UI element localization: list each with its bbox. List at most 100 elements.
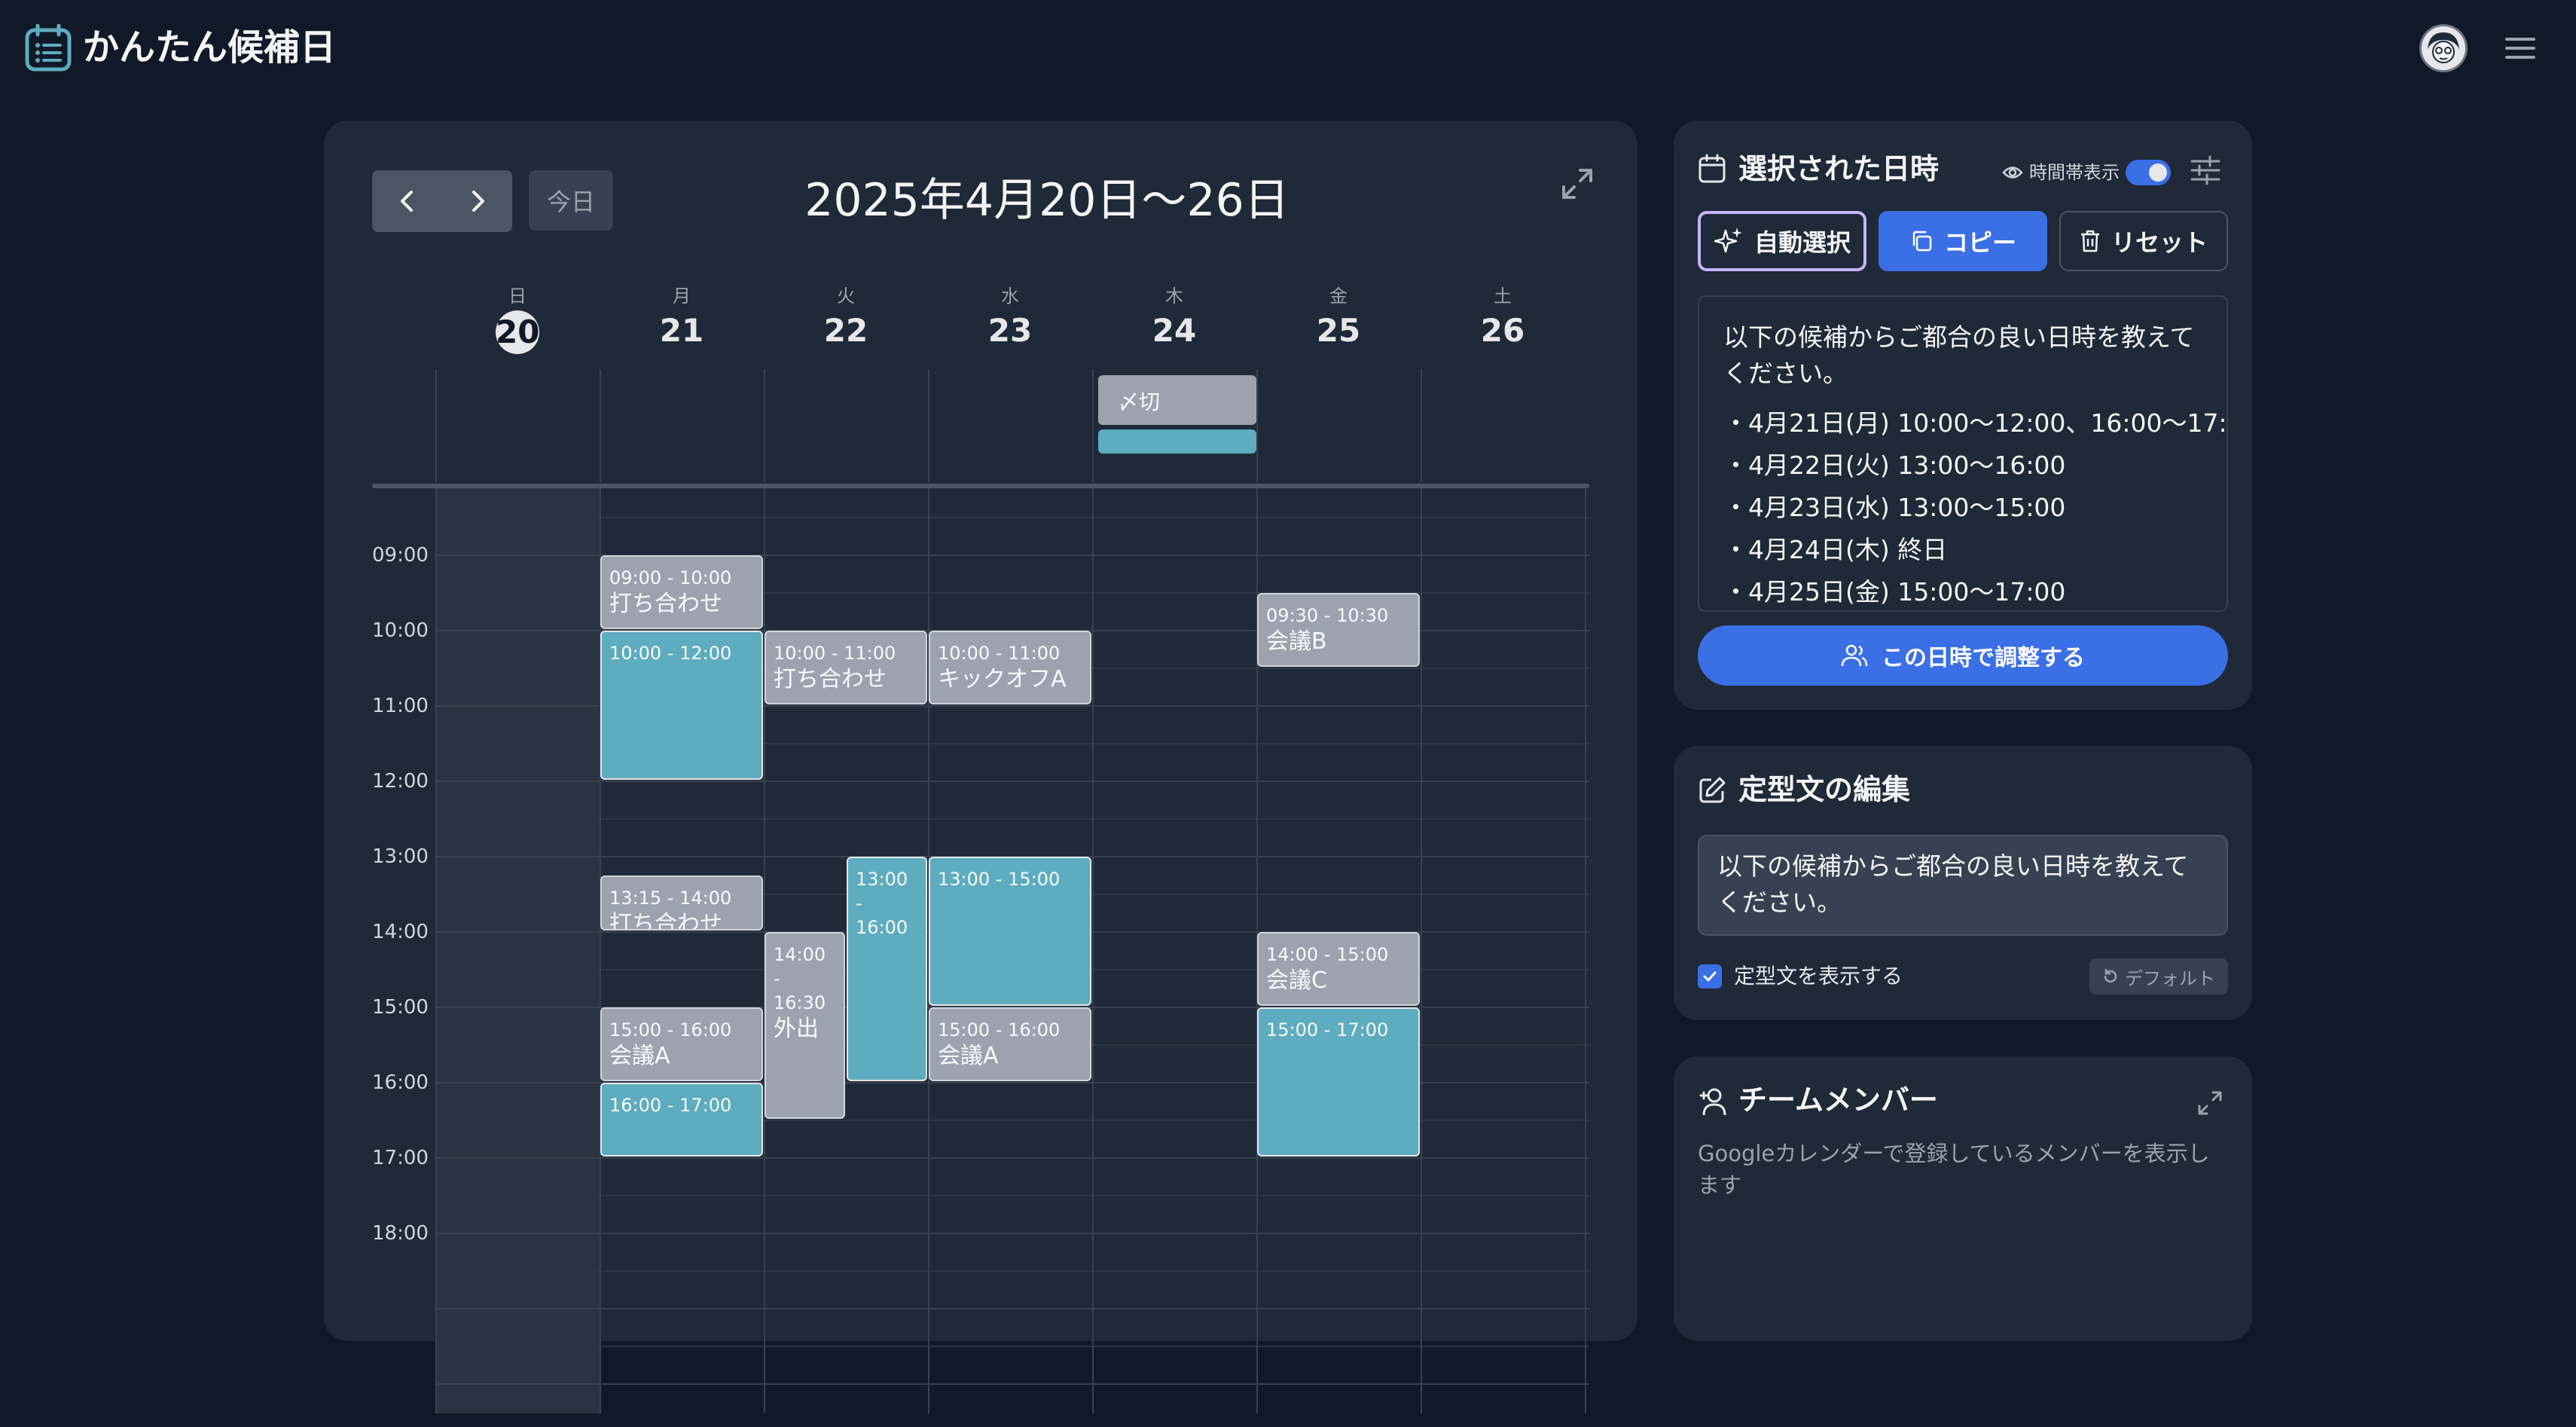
user-plus-icon	[1698, 1086, 1728, 1117]
event-title: キックオフA	[938, 666, 1067, 692]
day-name: 火	[837, 286, 855, 307]
calendar-event[interactable]: 09:30 - 10:30 会議B	[1257, 593, 1420, 667]
calendar-event[interactable]: 13:15 - 14:00 打ち合わせ	[600, 875, 763, 930]
day-header-sat[interactable]: 土 26	[1421, 285, 1585, 351]
auto-select-button[interactable]: 自動選択	[1698, 211, 1866, 271]
time-range-toggle[interactable]	[2126, 160, 2171, 185]
candidate-slot[interactable]: 13:00 - 15:00	[929, 857, 1091, 1006]
chevron-left-icon	[400, 191, 413, 212]
today-button[interactable]: 今日	[529, 170, 613, 231]
candidate-slot[interactable]: 16:00 - 17:00	[600, 1083, 763, 1157]
rotate-ccw-icon	[2104, 968, 2117, 983]
calendar-event[interactable]: 09:00 - 10:00 打ち合わせ	[600, 555, 763, 629]
candidate-slot[interactable]: 10:00 - 12:00	[600, 631, 763, 780]
event-title: 打ち合わせ	[774, 666, 887, 692]
day-name: 金	[1329, 286, 1348, 307]
event-title: 会議B	[1266, 628, 1327, 655]
divider	[600, 369, 601, 482]
time-grid[interactable]: 08:0009:0010:0011:0012:0013:0014:0015:00…	[372, 485, 1589, 1413]
day-header-thu[interactable]: 木 24	[1092, 285, 1256, 351]
sliders-icon[interactable]	[2189, 154, 2222, 187]
event-time: 13:00 - 15:00	[938, 869, 1061, 890]
adjust-button[interactable]: この日時で調整する	[1698, 625, 2228, 686]
day-header-mon[interactable]: 月 21	[600, 285, 764, 351]
day-date: 22	[823, 312, 868, 349]
grid-line	[435, 1346, 1589, 1347]
copy-label: コピー	[1943, 228, 2016, 257]
message-intro: 以下の候補からご都合の良い日時を教えてください。	[1723, 322, 2195, 388]
day-name: 土	[1494, 286, 1512, 307]
divider	[928, 369, 929, 482]
adjust-label: この日時で調整する	[1882, 645, 2085, 671]
allday-separator	[372, 484, 1589, 488]
day-header-fri[interactable]: 金 25	[1256, 285, 1421, 351]
day-date: 25	[1316, 312, 1361, 349]
candidate-line: ・4月23日(水) 13:00〜15:00	[1723, 493, 2066, 522]
template-textarea[interactable]: 以下の候補からご都合の良い日時を教えてください。	[1698, 835, 2228, 936]
allday-event-deadline[interactable]: 〆切	[1098, 375, 1256, 425]
calendar-event[interactable]: 10:00 - 11:00 キックオフA	[929, 631, 1091, 704]
event-title: 会議A	[609, 1043, 670, 1069]
calendar-event[interactable]: 14:00 - 15:00 会議C	[1257, 932, 1420, 1006]
candidate-line: ・4月22日(火) 13:00〜16:00	[1723, 451, 2066, 480]
time-label: 16:00	[372, 1071, 429, 1094]
next-week-button[interactable]	[442, 170, 512, 232]
panel-title: 定型文の編集	[1738, 773, 1911, 806]
calendar-panel: 今日 2025年4月20日〜26日 日 20 月 21 火 22 水 23 木 24 金 2…	[324, 121, 1637, 1413]
grid-line	[435, 1308, 1589, 1309]
grid-line	[435, 818, 1589, 820]
selected-dates-panel: 選択された日時 時間帯表示 自動選択 コピー リセット 以下の候補からご都合の良…	[1674, 121, 2252, 710]
reset-button[interactable]: リセット	[2059, 211, 2228, 271]
candidate-line: ・4月24日(木) 終日	[1723, 535, 1948, 564]
day-header-tue[interactable]: 火 22	[764, 285, 928, 351]
candidate-slot[interactable]: 15:00 - 17:00	[1257, 1007, 1420, 1157]
expand-icon[interactable]	[2195, 1088, 2225, 1118]
event-title: 打ち合わせ	[609, 591, 722, 617]
grid-line	[435, 1233, 1589, 1234]
calendar-event[interactable]: 10:00 - 11:00 打ち合わせ	[765, 631, 927, 704]
allday-candidate-slot[interactable]	[1098, 429, 1256, 454]
eye-icon	[2002, 167, 2023, 179]
team-members-panel: チームメンバー Googleカレンダーで登録しているメンバーを表示します	[1674, 1056, 2252, 1341]
calendar-event[interactable]: 15:00 - 16:00 会議A	[600, 1007, 763, 1081]
candidate-slot[interactable]: 13:00 - 16:00	[847, 857, 927, 1081]
grid-line	[435, 517, 1589, 518]
copy-button[interactable]: コピー	[1879, 211, 2047, 271]
day-name: 日	[508, 286, 526, 307]
time-label: 14:00	[372, 921, 429, 943]
user-avatar[interactable]	[2419, 24, 2468, 72]
day-date: 21	[659, 312, 704, 349]
time-label: 17:00	[372, 1147, 429, 1169]
divider	[764, 369, 765, 482]
time-label: 13:00	[372, 845, 429, 868]
event-time: 09:30 - 10:30	[1266, 605, 1389, 626]
divider	[1092, 369, 1094, 482]
team-description: Googleカレンダーで登録しているメンバーを表示します	[1698, 1141, 2210, 1198]
panel-title: 選択された日時	[1738, 152, 1940, 185]
event-time: 13:00 - 16:00	[856, 869, 908, 938]
app-header: かんたん候補日	[0, 0, 2576, 93]
event-title: 外出	[774, 1016, 819, 1042]
event-time: 10:00 - 12:00	[609, 643, 732, 664]
message-preview[interactable]: 以下の候補からご都合の良い日時を教えてください。 ・4月21日(月) 10:00…	[1698, 295, 2228, 612]
divider	[435, 369, 437, 482]
show-template-label[interactable]: 定型文を表示する	[1734, 963, 1903, 990]
time-range-toggle-label: 時間帯表示	[2002, 161, 2120, 184]
expand-icon[interactable]	[1559, 166, 1595, 202]
day-header-sun[interactable]: 日 20	[435, 285, 600, 354]
prev-week-button[interactable]	[372, 170, 442, 232]
calendar-event[interactable]: 15:00 - 16:00 会議A	[929, 1007, 1091, 1081]
show-template-checkbox[interactable]	[1698, 964, 1722, 989]
time-label: 10:00	[372, 619, 429, 642]
day-header-wed[interactable]: 水 23	[928, 285, 1092, 351]
default-button[interactable]: デフォルト	[2089, 958, 2228, 995]
today-column-shade	[435, 485, 600, 1413]
hamburger-menu-icon[interactable]	[2505, 35, 2535, 62]
users-icon	[1841, 644, 1868, 667]
toggle-label-text: 時間帯表示	[2029, 162, 2120, 183]
event-time: 15:00 - 17:00	[1266, 1019, 1389, 1040]
day-date: 24	[1152, 312, 1197, 349]
column-divider	[1092, 485, 1094, 1413]
day-date: 26	[1480, 312, 1525, 349]
calendar-event[interactable]: 14:00 - 16:30 外出	[765, 932, 845, 1119]
